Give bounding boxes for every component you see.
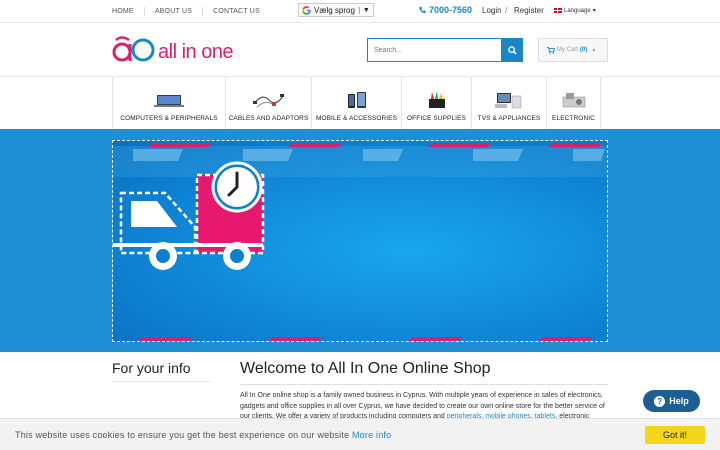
help-icon: ? [654,395,666,407]
help-button[interactable]: ? Help [643,390,700,412]
site-header: all in one My Cart (0) ▾ [0,23,720,77]
category-label: TVS & APPLIANCES [477,115,541,122]
nav-about[interactable]: ABOUT US [155,7,204,16]
nav-home[interactable]: HOME [112,7,145,16]
cookie-accept-button[interactable]: Got it! [645,426,705,444]
translate-caret: ▼ [358,6,370,14]
search-input[interactable] [367,38,502,62]
logo-mark-icon [112,36,155,62]
tv-appliances-icon [495,93,522,109]
category-label: COMPUTERS & PERIPHERALS [120,115,218,122]
phone-text: 7000-7560 [429,5,473,15]
language-translate-select[interactable]: Vælg sprog ▼ [298,3,374,17]
sidebar-title: For your info [112,360,191,376]
office-supplies-icon [428,91,445,108]
cables-icon [252,94,284,108]
account-separator: / [505,6,508,15]
cart-icon [547,46,555,54]
mobile-icon [347,92,366,108]
banner-slide[interactable] [112,140,608,342]
login-link[interactable]: Login [482,6,502,15]
translate-label: Vælg sprog [314,5,355,15]
category-tvs[interactable]: TVS & APPLIANCES [471,77,546,129]
cart-label: My Cart [557,47,578,53]
logo-text: all in one [158,41,234,63]
title-divider [240,384,608,385]
top-bar: HOME ABOUT US CONTACT US Vælg sprog ▼ 70… [0,0,720,23]
sidebar-divider [112,381,210,382]
cookie-message: This website uses cookies to ensure you … [15,430,391,440]
category-office[interactable]: OFFICE SUPPLIES [401,77,471,129]
flag-icon [554,8,562,13]
category-menu: COMPUTERS & PERIPHERALS CABLES AND ADAPT… [112,77,601,129]
nav-contact[interactable]: CONTACT US [213,7,270,16]
phone-number[interactable]: 7000-7560 [419,5,472,15]
hero-banner [0,129,720,352]
cart-count: (0) [580,47,588,53]
category-cables[interactable]: CABLES AND ADAPTORS [225,77,311,129]
category-label: ELECTRONIC [552,115,595,122]
chevron-down-icon: ▾ [592,8,596,14]
top-nav: HOME ABOUT US CONTACT US [112,0,280,23]
google-icon [302,5,311,15]
site-logo[interactable]: all in one [112,35,234,63]
category-label: CABLES AND ADAPTORS [228,115,309,122]
search-icon [508,45,517,55]
cart-button[interactable]: My Cart (0) ▾ [538,38,608,62]
cookie-more-info-link[interactable]: More info [352,430,391,440]
language-label: Language [564,7,591,14]
laptop-icon [154,95,184,107]
category-mobile[interactable]: MOBILE & ACCESSORIES [311,77,401,129]
chevron-down-icon: ▾ [592,47,596,54]
help-label: Help [669,396,689,406]
cookie-text: This website uses cookies to ensure you … [15,430,352,440]
category-label: OFFICE SUPPLIES [407,115,466,122]
register-link[interactable]: Register [514,6,544,15]
language-dropdown[interactable]: Language ▾ [554,7,596,14]
electronic-icon [562,93,585,108]
cookie-banner: This website uses cookies to ensure you … [0,418,720,450]
category-electronic[interactable]: ELECTRONIC [546,77,601,129]
page-title: Welcome to All In One Online Shop [240,360,491,377]
clock-icon [211,161,263,213]
phone-icon [419,6,426,14]
search-button[interactable] [502,38,523,62]
category-label: MOBILE & ACCESSORIES [315,115,398,122]
category-computers[interactable]: COMPUTERS & PERIPHERALS [112,77,225,129]
delivery-illustration [113,143,607,341]
